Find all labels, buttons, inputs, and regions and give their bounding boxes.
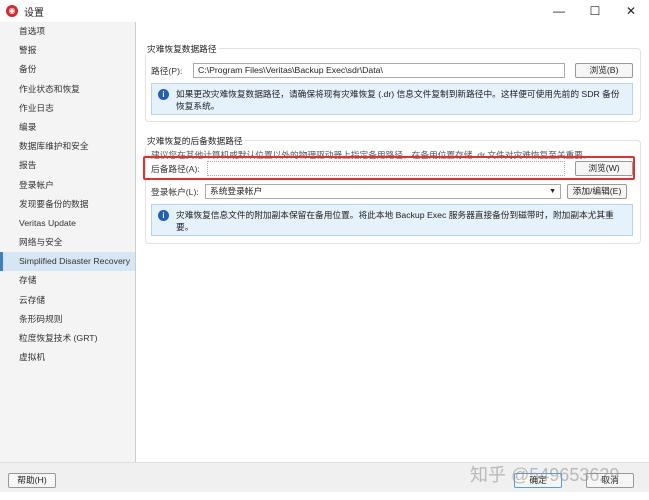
browse-path-button[interactable]: 浏览(B) [575, 63, 633, 78]
sidebar-item[interactable]: 备份 [0, 60, 135, 79]
sidebar-item[interactable]: 虚拟机 [0, 348, 135, 367]
settings-panel: 灾难恢复数据路径 路径(P): C:\Program Files\Veritas… [137, 22, 649, 462]
data-path-group-title: 灾难恢复数据路径 [145, 42, 219, 55]
app-logo-icon: ◉ [6, 5, 18, 17]
add-edit-button[interactable]: 添加/编辑(E) [567, 184, 627, 199]
help-button[interactable]: 帮助(H) [8, 473, 56, 488]
watermark: 知乎 @549653629 [470, 465, 620, 485]
sidebar-item[interactable]: 登录帐户 [0, 176, 135, 195]
sidebar-item[interactable]: 网络与安全 [0, 233, 135, 252]
data-path-info-text: 如果更改灾难恢复数据路径，请确保将现有灾难恢复 (.dr) 信息文件复制到新路径… [176, 89, 620, 111]
info-icon: i [158, 210, 169, 221]
sidebar-item[interactable]: Simplified Disaster Recovery [0, 252, 135, 272]
sidebar-item[interactable]: 首选项 [0, 22, 135, 41]
account-select-value: 系统登录帐户 [210, 186, 263, 196]
sidebar-item[interactable]: 警报 [0, 41, 135, 60]
sidebar-item[interactable]: 存储 [0, 271, 135, 290]
info-icon: i [158, 89, 169, 100]
sidebar: 首选项 警报 备份 作业状态和恢复 作业日志 编录 数据库维护和安全 报告 登录帐户 发现要备份的… [0, 22, 136, 462]
sidebar-item[interactable]: 作业日志 [0, 99, 135, 118]
window-title: 设置 [24, 7, 44, 19]
browse-alt-path-button[interactable]: 浏览(W) [575, 161, 633, 176]
alt-path-info: i 灾难恢复信息文件的附加副本保留在备用位置。将此本地 Backup Exec … [151, 204, 633, 236]
sidebar-item[interactable]: 数据库维护和安全 [0, 137, 135, 156]
account-label: 登录帐户(L): [151, 187, 199, 197]
title-bar: ◉ 设置 — ☐ ✕ [0, 0, 649, 22]
close-button[interactable]: ✕ [613, 0, 649, 22]
sidebar-item[interactable]: 条形码规则 [0, 310, 135, 329]
sidebar-item[interactable]: 发现要备份的数据 [0, 195, 135, 214]
alt-path-input[interactable] [207, 161, 565, 176]
alt-path-label: 后备路径(A): [151, 164, 200, 174]
sidebar-item[interactable]: 报告 [0, 156, 135, 175]
sidebar-item[interactable]: 粒度恢复技术 (GRT) [0, 329, 135, 348]
account-select[interactable]: 系统登录帐户 ▼ [205, 184, 561, 199]
chevron-down-icon: ▼ [549, 188, 556, 195]
sidebar-item[interactable]: Veritas Update [0, 214, 135, 233]
alt-path-group-title: 灾难恢复的后备数据路径 [145, 134, 245, 147]
sidebar-item[interactable]: 云存储 [0, 291, 135, 310]
path-label: 路径(P): [151, 66, 183, 76]
path-input[interactable]: C:\Program Files\Veritas\Backup Exec\sdr… [193, 63, 565, 78]
minimize-button[interactable]: — [541, 0, 577, 22]
maximize-button[interactable]: ☐ [577, 0, 613, 22]
sidebar-item[interactable]: 作业状态和恢复 [0, 80, 135, 99]
sidebar-item[interactable]: 编录 [0, 118, 135, 137]
alt-path-info-text: 灾难恢复信息文件的附加副本保留在备用位置。将此本地 Backup Exec 服务… [176, 210, 614, 232]
data-path-info: i 如果更改灾难恢复数据路径，请确保将现有灾难恢复 (.dr) 信息文件复制到新… [151, 83, 633, 115]
